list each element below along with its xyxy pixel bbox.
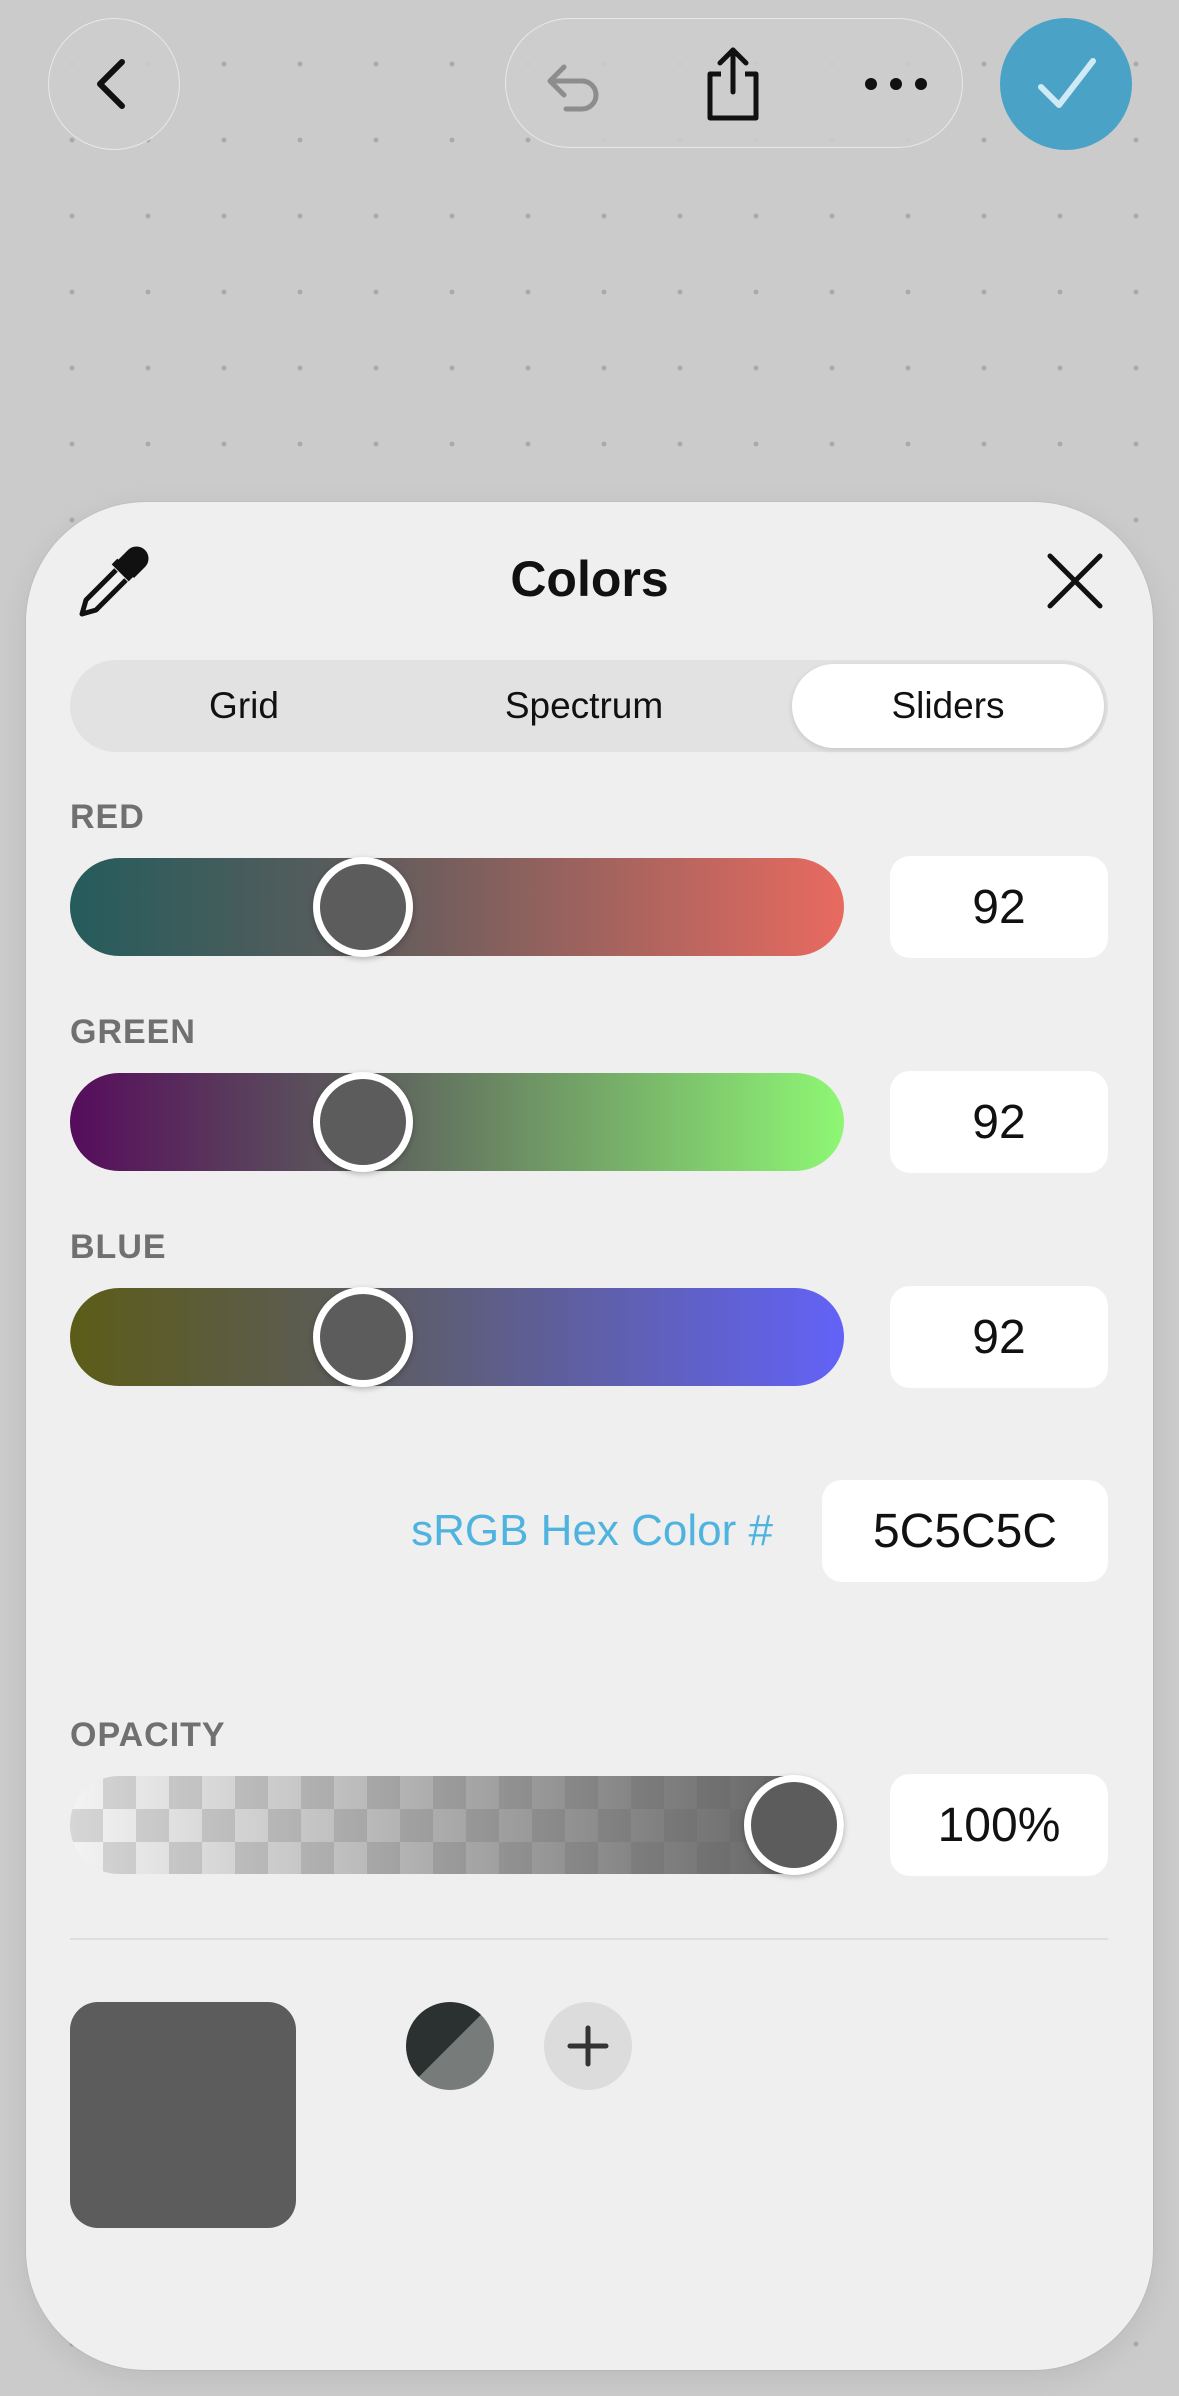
tab-sliders[interactable]: Sliders [792,664,1104,748]
red-slider[interactable] [70,857,844,957]
red-label: RED [70,798,145,836]
opacity-slider-thumb[interactable] [744,1775,844,1875]
plus-icon [567,2025,609,2067]
colors-sheet: Colors Grid Spectrum Sliders RED 92 GREE… [26,502,1153,2370]
red-slider-thumb[interactable] [313,857,413,957]
green-slider[interactable] [70,1072,844,1172]
opacity-value-field[interactable]: 100% [890,1774,1108,1876]
green-label: GREEN [70,1013,196,1051]
share-button[interactable] [673,19,793,149]
close-button[interactable] [1044,550,1106,612]
mode-tabs: Grid Spectrum Sliders [70,660,1108,752]
sheet-title: Colors [510,551,669,607]
divider [70,1938,1108,1940]
hex-field[interactable]: 5C5C5C [822,1480,1108,1582]
chevron-left-icon [97,59,125,109]
hex-label: sRGB Hex Color # [411,1506,773,1555]
tab-grid[interactable]: Grid [74,664,414,748]
blue-label: BLUE [70,1228,167,1266]
green-value-field[interactable]: 92 [890,1071,1108,1173]
current-color-swatch[interactable] [70,2002,296,2228]
blue-slider[interactable] [70,1287,844,1387]
add-swatch-button[interactable] [544,2002,632,2090]
red-value-field[interactable]: 92 [890,856,1108,958]
ellipsis-icon [865,78,927,90]
opacity-slider[interactable] [70,1775,844,1875]
checkmark-icon [1038,58,1096,108]
color-swatch[interactable] [406,2002,494,2090]
share-icon [707,47,759,121]
blue-value-field[interactable]: 92 [890,1286,1108,1388]
green-slider-thumb[interactable] [313,1072,413,1172]
undo-button[interactable] [511,19,631,149]
more-button[interactable] [836,19,956,149]
close-icon [1047,553,1103,609]
back-button[interactable] [48,18,180,150]
tab-spectrum[interactable]: Spectrum [414,664,754,748]
undo-icon [547,64,599,112]
done-button[interactable] [1000,18,1132,150]
toolbar-actions [505,18,963,148]
blue-slider-thumb[interactable] [313,1287,413,1387]
opacity-label: OPACITY [70,1716,226,1754]
